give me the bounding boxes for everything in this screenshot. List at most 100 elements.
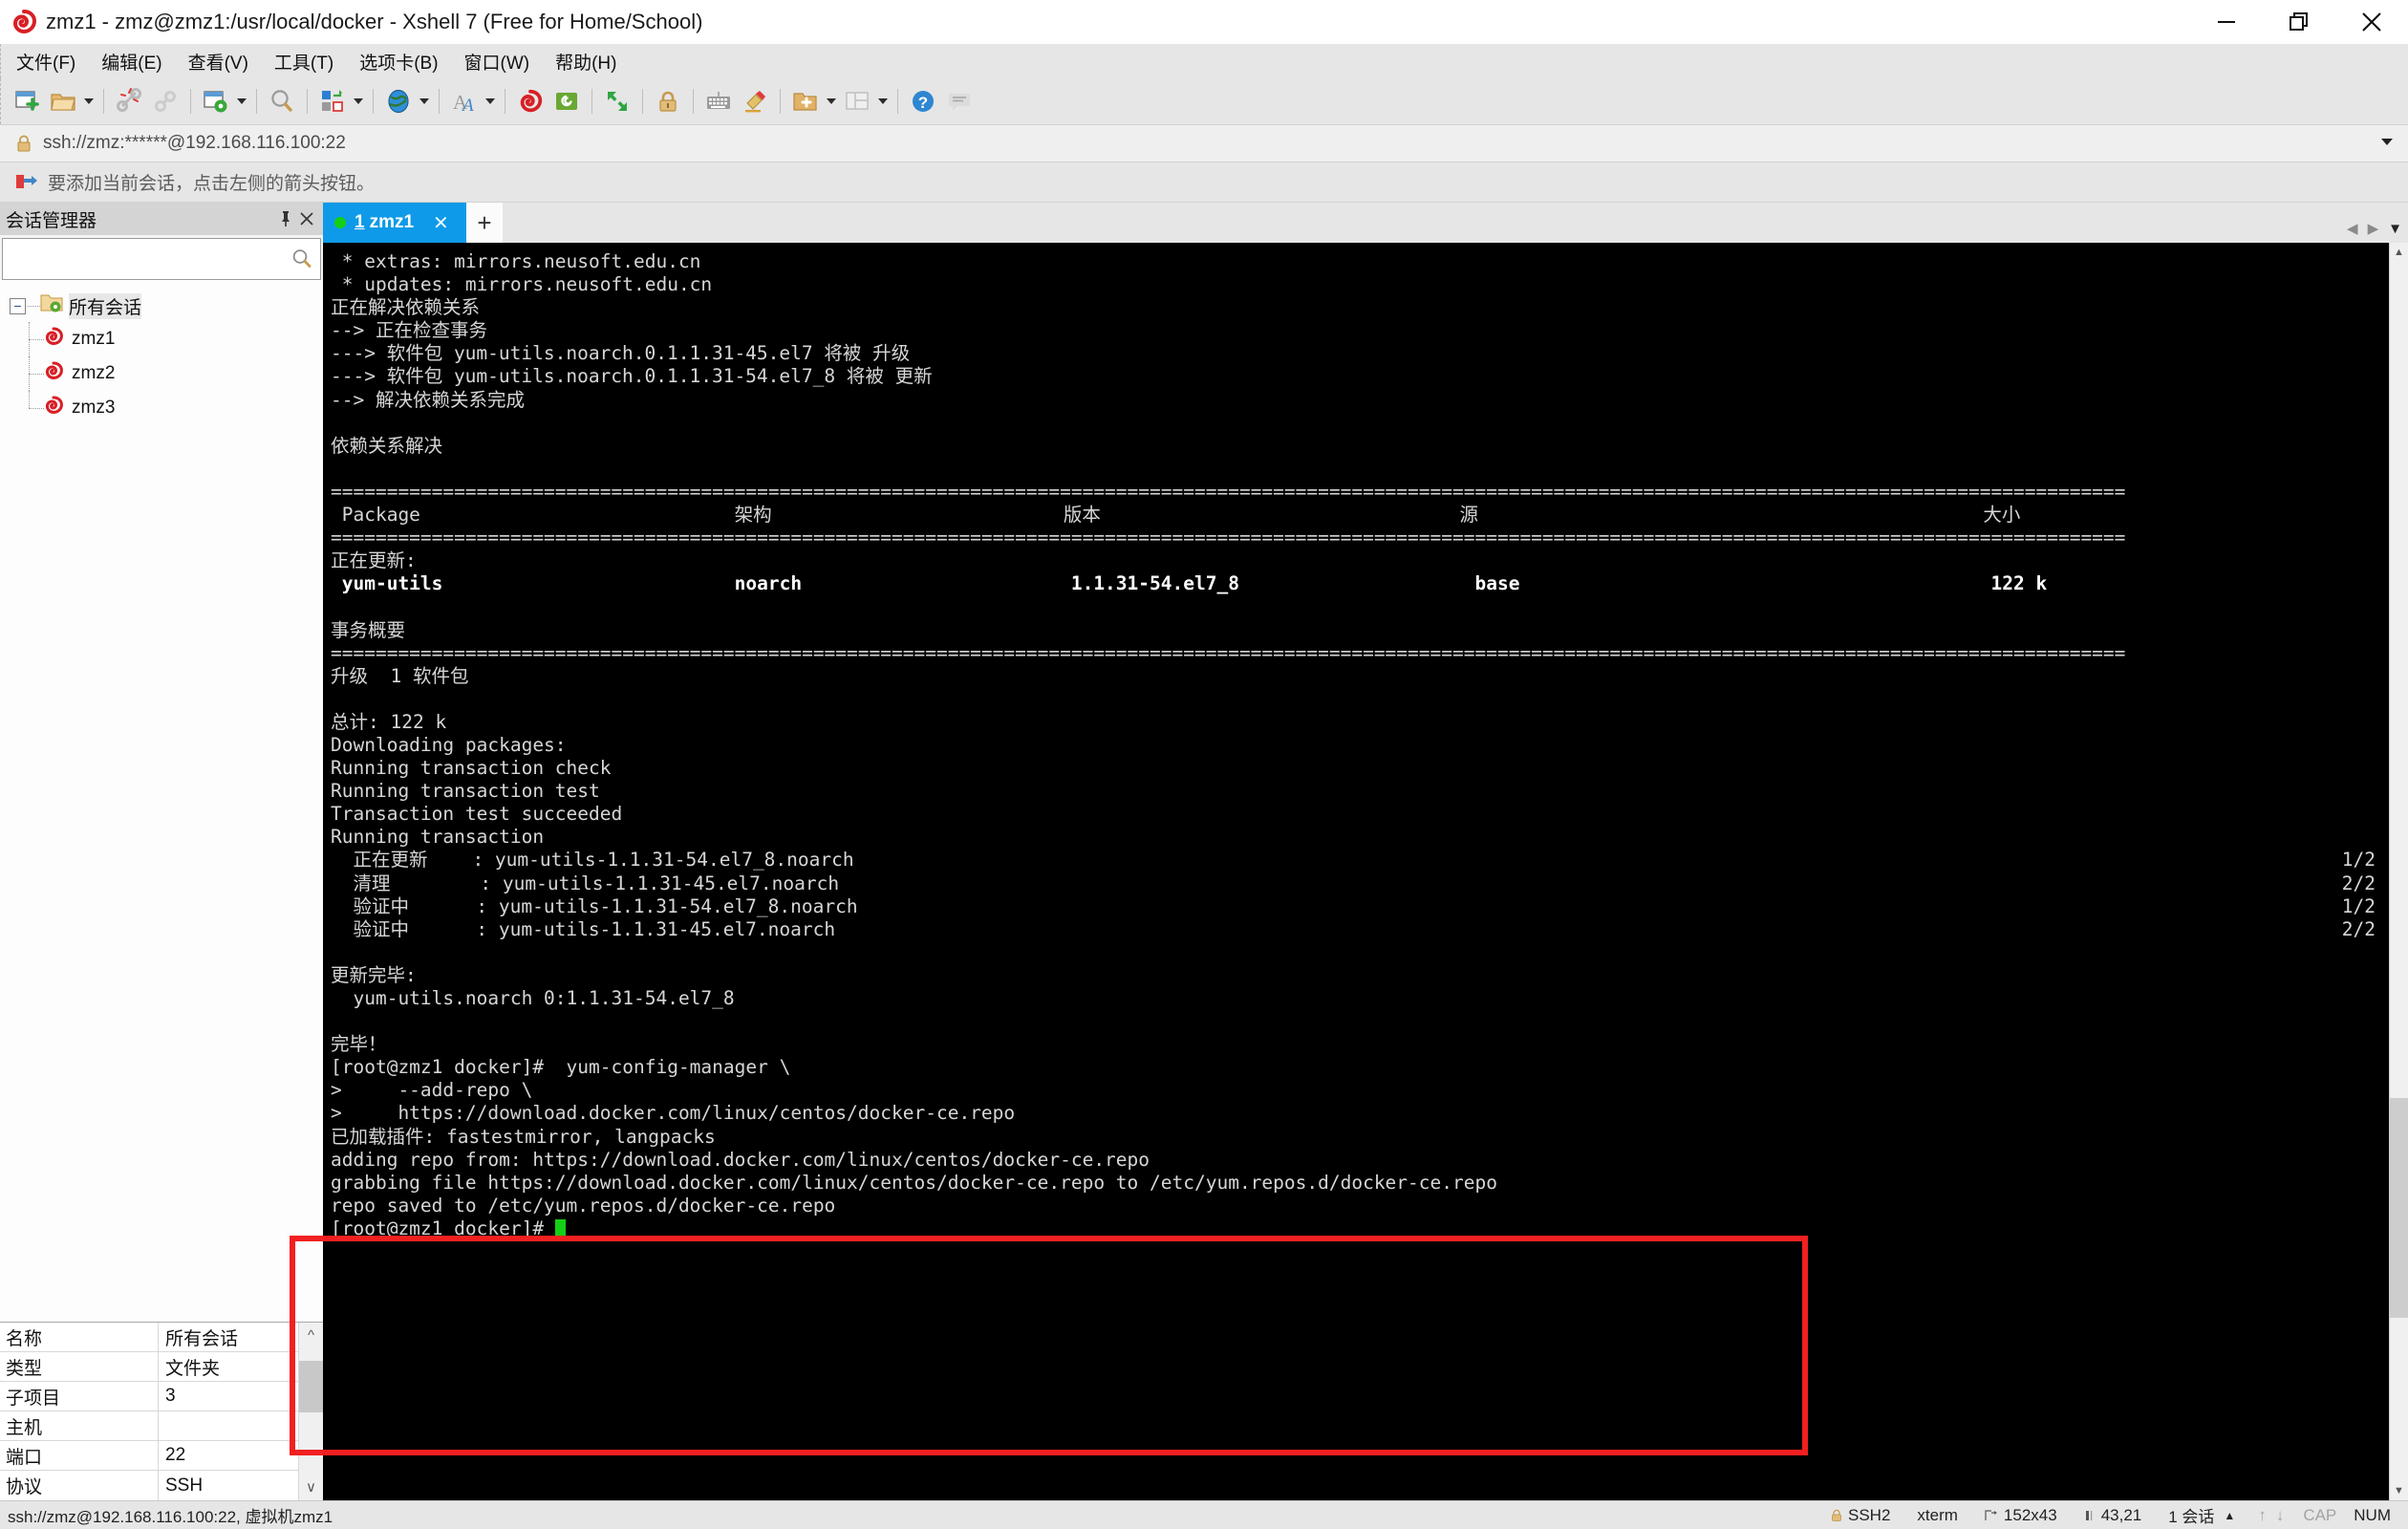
address-bar[interactable]: ssh://zmz:******@192.168.116.100:22 bbox=[0, 124, 2408, 162]
property-value: 文件夹 bbox=[165, 1358, 221, 1379]
terminal-line: Transaction test succeeded bbox=[331, 803, 2389, 826]
menu-tools[interactable]: 工具(T) bbox=[264, 46, 344, 77]
chevron-up-icon[interactable]: ^ bbox=[308, 1323, 314, 1348]
menu-view[interactable]: 查看(V) bbox=[178, 46, 259, 77]
add-folder-dropdown-icon[interactable] bbox=[824, 83, 839, 119]
globe-dropdown-icon[interactable] bbox=[417, 83, 432, 119]
open-folder-dropdown-icon[interactable] bbox=[81, 83, 97, 119]
terminal-line-text: 验证中 : yum-utils-1.1.31-54.el7_8.noarch bbox=[331, 894, 858, 917]
status-size-label: 152x43 bbox=[2003, 1505, 2057, 1524]
property-row: 端口 22 bbox=[0, 1441, 298, 1471]
reconnect-icon[interactable] bbox=[147, 83, 183, 119]
chevron-down-icon[interactable] bbox=[2381, 139, 2393, 145]
chevron-down-icon[interactable]: ▼ bbox=[2390, 1481, 2408, 1500]
session-properties-dropdown-icon[interactable] bbox=[234, 83, 249, 119]
status-protocol-label: SSH2 bbox=[1847, 1505, 1891, 1524]
terminal-line-right: 2/2 bbox=[2341, 872, 2376, 894]
status-num: NUM bbox=[2346, 1506, 2400, 1525]
caret-up-icon[interactable]: ▲ bbox=[2224, 1509, 2235, 1522]
tree-item-zmz3[interactable]: zmz3 bbox=[0, 391, 323, 425]
globe-icon[interactable] bbox=[380, 83, 417, 119]
close-icon[interactable]: ✕ bbox=[433, 211, 449, 235]
lock-icon bbox=[1831, 1509, 1842, 1522]
status-sessions-label: 1 会话 bbox=[2168, 1508, 2215, 1526]
terminal-line: 总计: 122 k bbox=[331, 711, 2389, 734]
menu-edit[interactable]: 编辑(E) bbox=[91, 46, 172, 77]
chevron-down-icon[interactable]: ▼ bbox=[2388, 221, 2402, 237]
status-num-label: NUM bbox=[2354, 1505, 2391, 1524]
address-value[interactable]: ssh://zmz:******@192.168.116.100:22 bbox=[43, 133, 346, 154]
close-icon[interactable] bbox=[296, 208, 317, 229]
disconnect-icon[interactable] bbox=[111, 83, 147, 119]
find-icon[interactable] bbox=[264, 83, 300, 119]
session-properties-icon[interactable] bbox=[198, 83, 234, 119]
font-icon[interactable]: A A bbox=[446, 83, 483, 119]
comment-icon[interactable] bbox=[941, 83, 978, 119]
search-icon[interactable] bbox=[290, 248, 313, 275]
tree-root-all-sessions[interactable]: − 所有会话 bbox=[0, 290, 323, 322]
xshell-icon[interactable] bbox=[512, 83, 548, 119]
transfer-icon[interactable] bbox=[314, 83, 351, 119]
menu-help[interactable]: 帮助(H) bbox=[545, 46, 627, 77]
layout-icon[interactable] bbox=[839, 83, 875, 119]
chevron-up-icon[interactable]: ▲ bbox=[2390, 243, 2408, 262]
chevron-right-icon[interactable]: ▶ bbox=[2368, 220, 2379, 237]
terminal-line-text: ---> 软件包 yum-utils.noarch.0.1.1.31-45.el… bbox=[331, 342, 911, 365]
minimize-button[interactable] bbox=[2190, 0, 2263, 44]
terminal-line-text: > https://download.docker.com/linux/cent… bbox=[331, 1102, 1016, 1125]
connection-status-dot bbox=[334, 217, 346, 228]
terminal-line-text: Downloading packages: bbox=[331, 733, 567, 756]
transfer-dropdown-icon[interactable] bbox=[351, 83, 366, 119]
keyboard-icon[interactable] bbox=[700, 83, 737, 119]
tree-item-zmz1[interactable]: zmz1 bbox=[0, 322, 323, 356]
chevron-left-icon[interactable]: ◀ bbox=[2347, 220, 2358, 237]
open-folder-icon[interactable] bbox=[45, 83, 81, 119]
session-search-box[interactable] bbox=[2, 238, 321, 280]
terminal-line: 正在更新: bbox=[331, 549, 2389, 572]
terminal-scrollbar[interactable]: ▲ ▼ bbox=[2389, 243, 2408, 1500]
pin-icon[interactable] bbox=[275, 208, 296, 229]
session-manager-panel: 会话管理器 − 所有会话 zmz1 zmz2 zmz3 名称 所有会话 类型 文… bbox=[0, 203, 324, 1500]
terminal-output[interactable]: * extras: mirrors.neusoft.edu.cn * updat… bbox=[323, 243, 2389, 1500]
restore-button[interactable] bbox=[2263, 0, 2335, 44]
menu-tabs[interactable]: 选项卡(B) bbox=[349, 46, 448, 77]
terminal-line: yum-utils.noarch 0:1.1.31-54.el7_8 bbox=[331, 987, 2389, 1010]
notice-text: 要添加当前会话，点击左侧的箭头按钮。 bbox=[48, 174, 376, 194]
collapse-expander-icon[interactable]: − bbox=[10, 297, 26, 314]
font-dropdown-icon[interactable] bbox=[483, 83, 498, 119]
new-session-icon[interactable] bbox=[9, 83, 45, 119]
new-tab-button[interactable]: + bbox=[466, 203, 503, 243]
xshell-session-icon bbox=[42, 325, 65, 354]
xftp-icon[interactable] bbox=[548, 83, 585, 119]
status-cursor: 43,21 bbox=[2071, 1506, 2156, 1525]
scrollbar-thumb[interactable] bbox=[298, 1360, 324, 1412]
chevron-down-icon[interactable]: ∨ bbox=[306, 1474, 316, 1500]
terminal-line: adding repo from: https://download.docke… bbox=[331, 1149, 2389, 1172]
lock-icon[interactable] bbox=[650, 83, 686, 119]
terminal-line-text: 正在更新: bbox=[331, 549, 417, 572]
fullscreen-icon[interactable] bbox=[599, 83, 635, 119]
terminal-line: 验证中 : yum-utils-1.1.31-45.el7.noarch 2/2 bbox=[331, 918, 2389, 941]
close-button[interactable] bbox=[2335, 0, 2408, 44]
highlight-icon[interactable] bbox=[737, 83, 773, 119]
status-sessions[interactable]: 1 会话 ▲ bbox=[2155, 1503, 2248, 1527]
scrollbar-thumb[interactable] bbox=[2390, 1097, 2408, 1318]
tree-item-zmz2[interactable]: zmz2 bbox=[0, 356, 323, 391]
search-input[interactable] bbox=[3, 239, 320, 279]
layout-dropdown-icon[interactable] bbox=[875, 83, 891, 119]
terminal-line-text: 正在解决依赖关系 bbox=[331, 296, 481, 319]
terminal-line: 事务概要 bbox=[331, 619, 2389, 642]
status-protocol: SSH2 bbox=[1817, 1506, 1903, 1525]
terminal-line-text: 依赖关系解决 bbox=[331, 434, 443, 457]
menu-window[interactable]: 窗口(W) bbox=[454, 46, 541, 77]
menu-bar: 文件(F) 编辑(E) 查看(V) 工具(T) 选项卡(B) 窗口(W) 帮助(… bbox=[0, 44, 2408, 78]
tab-zmz1[interactable]: 1 zmz1 ✕ bbox=[323, 203, 466, 243]
properties-scrollbar[interactable]: ^ ∨ bbox=[298, 1323, 324, 1500]
properties-grid: 名称 所有会话 类型 文件夹 子项目 3 主机 端口 22 协议 SSH bbox=[0, 1323, 298, 1500]
help-icon[interactable]: ? bbox=[905, 83, 941, 119]
terminal-line: 正在解决依赖关系 bbox=[331, 296, 2389, 319]
menu-file[interactable]: 文件(F) bbox=[6, 46, 86, 77]
add-folder-icon[interactable] bbox=[787, 83, 824, 119]
